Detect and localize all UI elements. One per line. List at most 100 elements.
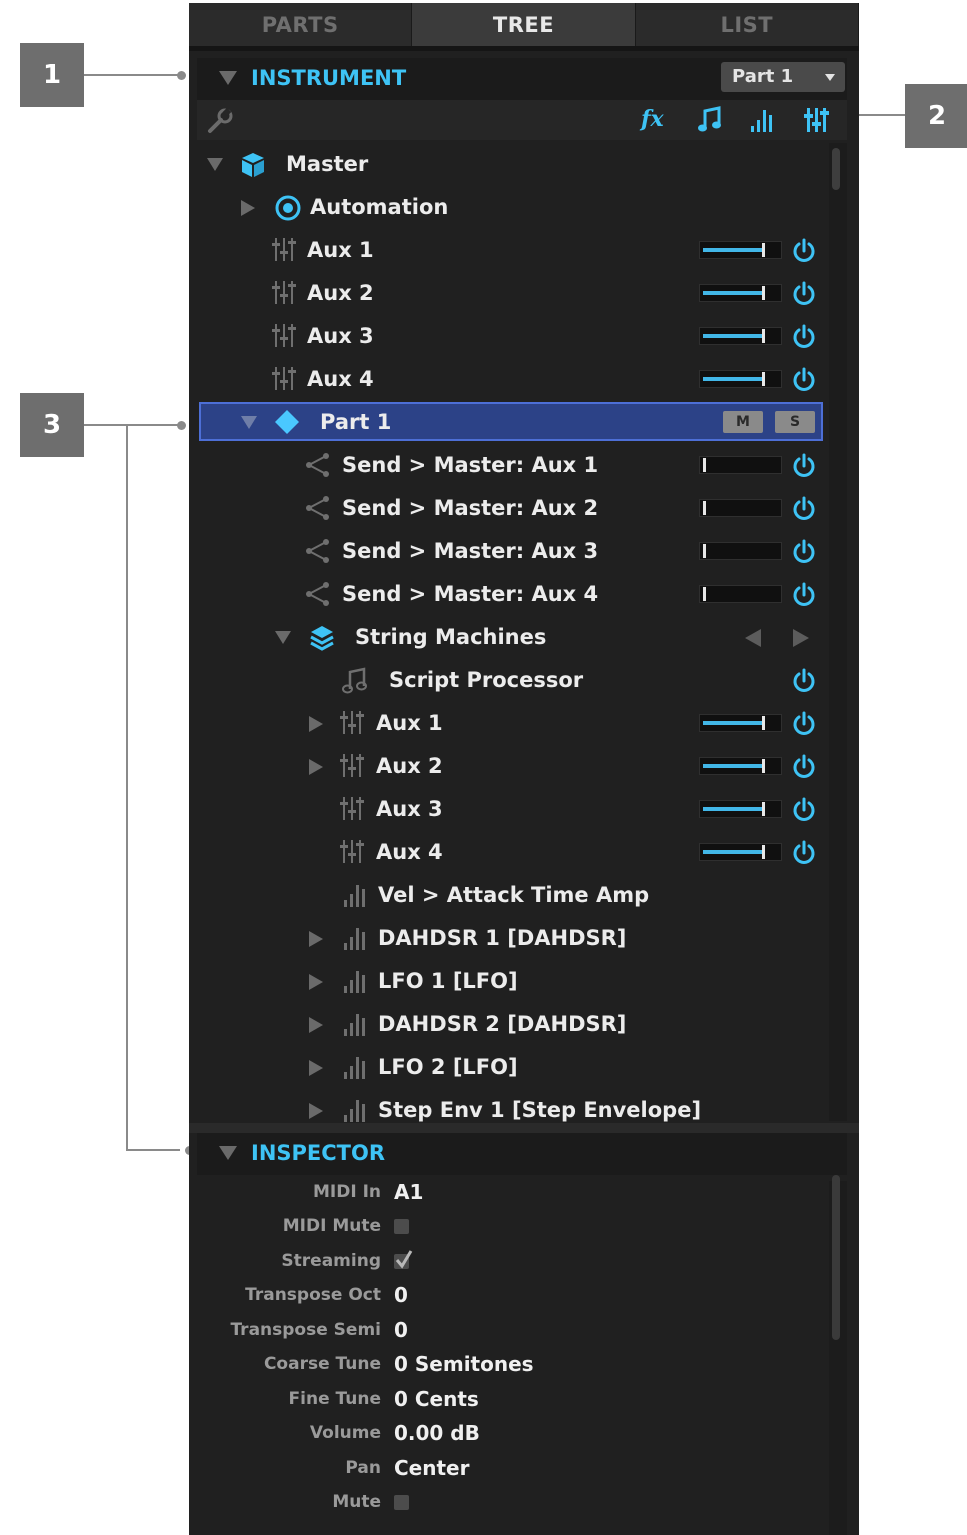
tree-item-layer-aux-2[interactable]: Aux 2 [197,745,827,788]
tree-item-layer[interactable]: String Machines [197,616,827,659]
collapse-triangle-icon[interactable] [275,631,291,644]
power-icon[interactable] [791,367,817,393]
aux-level-slider[interactable] [699,800,782,818]
property-value[interactable]: 0.00 dB [394,1421,480,1445]
tree-item-layer-aux-3[interactable]: Aux 3 [197,788,827,831]
tree-item-master-aux-1[interactable]: Aux 1 [197,229,827,272]
aux-level-slider[interactable] [699,714,782,732]
property-transpose-oct[interactable]: Transpose Oct 0 [197,1280,827,1314]
part-select-dropdown[interactable]: Part 1 [721,62,845,92]
tree-item-master-aux-2[interactable]: Aux 2 [197,272,827,315]
tree-item-master[interactable]: Master [197,143,827,186]
tree-item-modulator[interactable]: LFO 2 [LFO] [197,1046,827,1089]
tree-item-label: Send > Master: Aux 3 [342,539,599,563]
note-icon[interactable] [697,106,723,134]
tree-item-send[interactable]: Send > Master: Aux 3 [197,530,827,573]
property-value[interactable]: 0 Cents [394,1387,479,1411]
expand-triangle-icon[interactable] [309,1017,323,1033]
aux-level-slider[interactable] [699,757,782,775]
power-icon[interactable] [791,238,817,264]
tree-item-send[interactable]: Send > Master: Aux 2 [197,487,827,530]
tab-list[interactable]: LIST [635,3,859,46]
tree-scrollbar[interactable] [829,143,847,1121]
property-mute[interactable]: Mute [197,1487,827,1521]
solo-button[interactable]: S [775,411,815,433]
power-icon[interactable] [791,324,817,350]
expand-triangle-icon[interactable] [241,200,255,216]
tree-scrollbar-thumb[interactable] [832,148,840,190]
tree-item-master-aux-4[interactable]: Aux 4 [197,358,827,401]
tab-tree[interactable]: TREE [412,3,636,46]
property-fine-tune[interactable]: Fine Tune 0 Cents [197,1384,827,1418]
next-arrow-icon[interactable] [793,629,809,647]
aux-level-slider[interactable] [699,241,782,259]
power-icon[interactable] [791,840,817,866]
collapse-triangle-icon[interactable] [219,71,237,85]
property-coarse-tune[interactable]: Coarse Tune 0 Semitones [197,1349,827,1383]
mixer-icon[interactable] [803,106,831,134]
power-icon[interactable] [791,754,817,780]
bars-icon[interactable] [749,106,777,134]
property-volume[interactable]: Volume 0.00 dB [197,1418,827,1452]
power-icon[interactable] [791,453,817,479]
property-value[interactable]: Center [394,1456,469,1480]
expand-triangle-icon[interactable] [309,716,323,732]
send-level-slider[interactable] [699,542,782,560]
collapse-triangle-icon[interactable] [219,1146,237,1160]
property-midi-in[interactable]: MIDI In A1 [197,1177,827,1211]
tree-item-layer-aux-4[interactable]: Aux 4 [197,831,827,874]
property-value[interactable]: 0 [394,1283,408,1307]
power-icon[interactable] [791,539,817,565]
power-icon[interactable] [791,281,817,307]
power-icon[interactable] [791,797,817,823]
wrench-icon[interactable] [207,107,233,135]
mute-button[interactable]: M [723,411,763,433]
property-midi-mute[interactable]: MIDI Mute [197,1211,827,1245]
midi-mute-checkbox[interactable] [394,1219,409,1234]
tree-item-automation[interactable]: Automation [197,186,827,229]
collapse-triangle-icon[interactable] [241,416,257,429]
tree-item-send[interactable]: Send > Master: Aux 4 [197,573,827,616]
expand-triangle-icon[interactable] [309,1060,323,1076]
power-icon[interactable] [791,496,817,522]
panel-splitter[interactable] [189,1123,859,1133]
send-level-slider[interactable] [699,499,782,517]
property-transpose-semi[interactable]: Transpose Semi 0 [197,1315,827,1349]
expand-triangle-icon[interactable] [309,931,323,947]
property-value[interactable]: 0 [394,1318,408,1342]
instrument-header[interactable]: INSTRUMENT Part 1 [197,58,847,100]
power-icon[interactable] [791,711,817,737]
send-level-slider[interactable] [699,585,782,603]
power-icon[interactable] [791,582,817,608]
tree-item-modulator[interactable]: Vel > Attack Time Amp [197,874,827,917]
property-value[interactable]: 0 Semitones [394,1352,534,1376]
inspector-header[interactable]: INSPECTOR [197,1133,847,1175]
fx-icon[interactable]: fx [641,106,664,134]
mute-checkbox[interactable] [394,1495,409,1510]
send-share-icon [306,582,329,606]
tree-item-master-aux-3[interactable]: Aux 3 [197,315,827,358]
tree-item-modulator[interactable]: DAHDSR 1 [DAHDSR] [197,917,827,960]
property-value[interactable]: A1 [394,1180,423,1204]
expand-triangle-icon[interactable] [309,1103,323,1119]
property-pan[interactable]: Pan Center [197,1453,827,1487]
aux-level-slider[interactable] [699,327,782,345]
send-level-slider[interactable] [699,456,782,474]
tab-parts[interactable]: PARTS [189,3,413,46]
previous-arrow-icon[interactable] [745,629,761,647]
tree-item-modulator[interactable]: LFO 1 [LFO] [197,960,827,1003]
tree-item-layer-aux-1[interactable]: Aux 1 [197,702,827,745]
aux-level-slider[interactable] [699,843,782,861]
power-icon[interactable] [791,668,817,694]
aux-level-slider[interactable] [699,370,782,388]
aux-level-slider[interactable] [699,284,782,302]
tree-item-send[interactable]: Send > Master: Aux 1 [197,444,827,487]
collapse-triangle-icon[interactable] [207,158,223,171]
inspector-scrollbar-thumb[interactable] [832,1175,840,1340]
tree-item-script-processor[interactable]: Script Processor [197,659,827,702]
expand-triangle-icon[interactable] [309,974,323,990]
property-streaming[interactable]: Streaming [197,1246,827,1280]
tree-item-part-1[interactable]: Part 1 M S [197,401,827,444]
tree-item-modulator[interactable]: DAHDSR 2 [DAHDSR] [197,1003,827,1046]
expand-triangle-icon[interactable] [309,759,323,775]
